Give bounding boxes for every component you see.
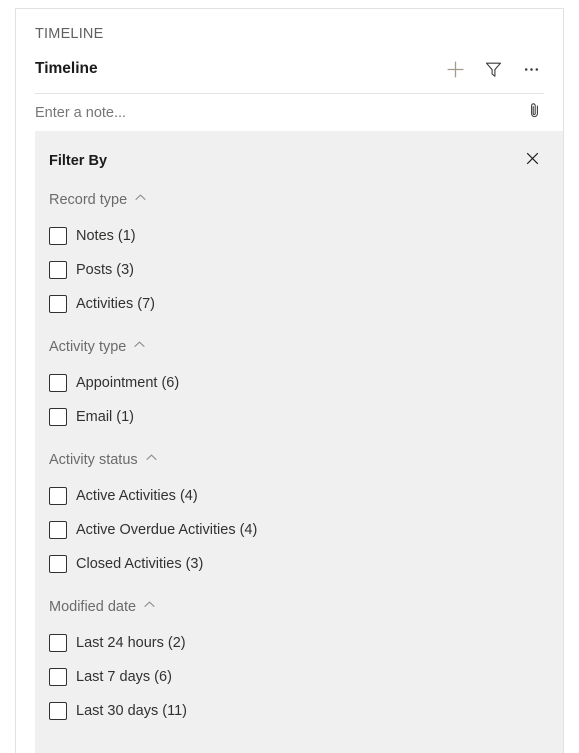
group-title: Record type [49, 192, 128, 208]
group-header-modified-date[interactable]: Modified date [35, 588, 563, 626]
filter-option-label: Last 30 days (11) [76, 703, 187, 719]
more-commands-button[interactable] [515, 54, 547, 84]
filter-option-label: Last 7 days (6) [76, 669, 172, 685]
note-input[interactable] [35, 101, 521, 124]
filter-group-activity-type: Activity type Appointment (6) Email (1) [35, 328, 563, 434]
filter-header: Filter By [35, 131, 563, 174]
chevron-up-icon [133, 338, 146, 356]
filter-group-record-type: Record type Notes (1) Posts (3) Activiti… [35, 181, 563, 321]
filter-group-activity-status: Activity status Active Activities (4) Ac… [35, 441, 563, 581]
command-bar [439, 54, 547, 84]
filter-option[interactable]: Activities (7) [35, 287, 563, 321]
filter-option[interactable]: Posts (3) [35, 253, 563, 287]
filter-option-label: Notes (1) [76, 228, 136, 244]
filter-option-label: Appointment (6) [76, 375, 180, 391]
filter-group-modified-date: Modified date Last 24 hours (2) Last 7 d… [35, 588, 563, 728]
add-button[interactable] [439, 54, 471, 84]
checkbox[interactable] [49, 634, 67, 652]
filter-title: Filter By [49, 153, 108, 169]
group-title: Modified date [49, 599, 137, 615]
panel-header: Timeline [16, 44, 563, 93]
filter-option-label: Active Activities (4) [76, 488, 198, 504]
close-filter-button[interactable] [519, 148, 545, 174]
filter-option[interactable]: Closed Activities (3) [35, 547, 563, 581]
note-row [16, 94, 563, 131]
filter-button[interactable] [477, 54, 509, 84]
filter-option[interactable]: Email (1) [35, 400, 563, 434]
add-icon [446, 60, 465, 79]
group-title: Activity type [49, 339, 127, 355]
checkbox[interactable] [49, 227, 67, 245]
checkbox[interactable] [49, 487, 67, 505]
chevron-up-icon [134, 191, 147, 209]
filter-option[interactable]: Active Activities (4) [35, 479, 563, 513]
filter-option[interactable]: Notes (1) [35, 219, 563, 253]
filter-option-label: Activities (7) [76, 296, 155, 312]
filter-option-label: Posts (3) [76, 262, 135, 278]
chevron-up-icon [143, 598, 156, 616]
filter-option-label: Email (1) [76, 409, 135, 425]
checkbox[interactable] [49, 521, 67, 539]
checkbox[interactable] [49, 668, 67, 686]
filter-option[interactable]: Last 7 days (6) [35, 660, 563, 694]
group-header-activity-status[interactable]: Activity status [35, 441, 563, 479]
paperclip-icon [526, 102, 543, 124]
filter-option[interactable]: Appointment (6) [35, 366, 563, 400]
page-title: Timeline [35, 60, 98, 77]
checkbox[interactable] [49, 702, 67, 720]
timeline-panel: TIMELINE Timeline Enter a note... Filter… [15, 8, 564, 753]
section-label: TIMELINE [35, 26, 104, 42]
filter-option-label: Last 24 hours (2) [76, 635, 186, 651]
chevron-up-icon [145, 451, 158, 469]
filter-option-label: Closed Activities (3) [76, 556, 204, 572]
timeline-screen: TIMELINE Timeline Enter a note... Filter… [0, 0, 579, 753]
attach-button[interactable] [521, 100, 547, 126]
more-commands-icon [522, 60, 541, 79]
filter-option[interactable]: Last 24 hours (2) [35, 626, 563, 660]
checkbox[interactable] [49, 408, 67, 426]
filter-flyout: Filter By Record type Notes (1) Posts (3… [35, 131, 563, 753]
filter-icon [484, 60, 503, 79]
filter-option[interactable]: Last 30 days (11) [35, 694, 563, 728]
group-title: Activity status [49, 452, 138, 468]
group-header-activity-type[interactable]: Activity type [35, 328, 563, 366]
checkbox[interactable] [49, 261, 67, 279]
filter-option-label: Active Overdue Activities (4) [76, 522, 258, 538]
filter-option[interactable]: Active Overdue Activities (4) [35, 513, 563, 547]
close-icon [525, 151, 540, 171]
checkbox[interactable] [49, 555, 67, 573]
checkbox[interactable] [49, 374, 67, 392]
checkbox[interactable] [49, 295, 67, 313]
group-header-record-type[interactable]: Record type [35, 181, 563, 219]
